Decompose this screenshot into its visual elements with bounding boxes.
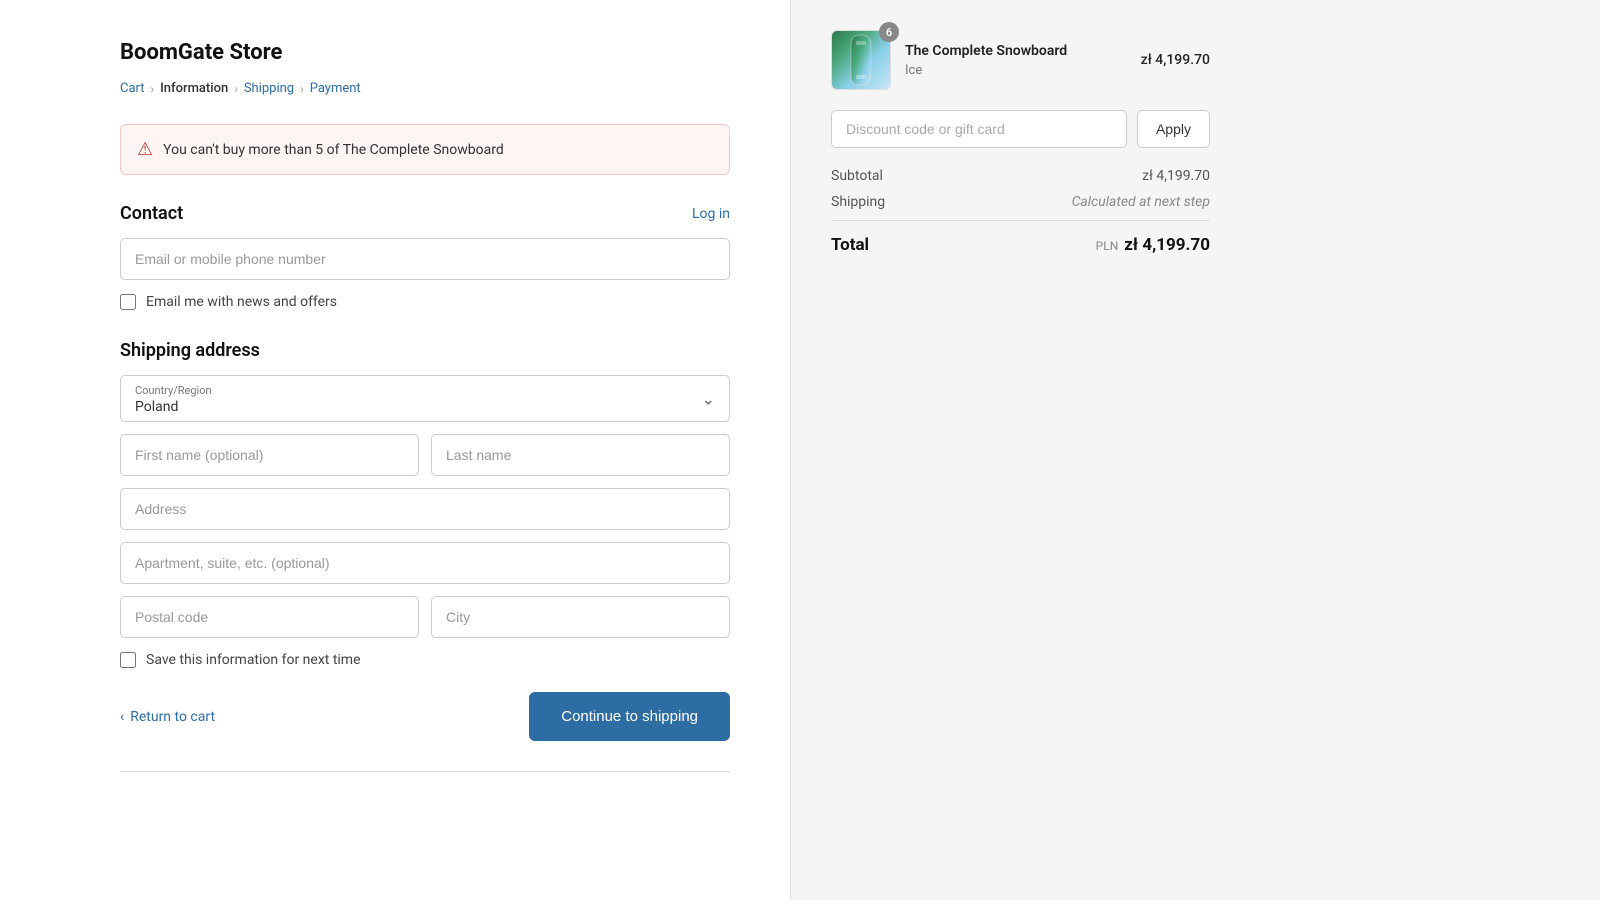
apartment-field[interactable] [120, 542, 730, 584]
postal-city-row [120, 596, 730, 638]
breadcrumb-payment[interactable]: Payment [310, 81, 361, 96]
subtotal-line: Subtotal zł 4,199.70 [831, 168, 1210, 184]
return-label: Return to cart [130, 709, 215, 725]
store-name: BoomGate Store [120, 40, 730, 65]
actions-row: ‹ Return to cart Continue to shipping [120, 692, 730, 741]
continue-to-shipping-button[interactable]: Continue to shipping [529, 692, 730, 741]
subtotal-label: Subtotal [831, 168, 883, 184]
shipping-value: Calculated at next step [1072, 194, 1210, 210]
address-group [120, 488, 730, 530]
shipping-line: Shipping Calculated at next step [831, 194, 1210, 210]
contact-header: Contact Log in [120, 203, 730, 224]
total-right: PLN zł 4,199.70 [1096, 235, 1210, 255]
alert-box: ⚠ You can't buy more than 5 of The Compl… [120, 124, 730, 175]
breadcrumb-cart[interactable]: Cart [120, 81, 145, 96]
name-row [120, 434, 730, 476]
shipping-title: Shipping address [120, 340, 260, 361]
country-region-group[interactable]: Country/Region Poland ⌄ [120, 375, 730, 422]
product-quantity-badge: 6 [879, 22, 899, 42]
return-to-cart-link[interactable]: ‹ Return to cart [120, 709, 215, 725]
breadcrumb-sep-1: › [151, 82, 155, 96]
save-info-label: Save this information for next time [146, 652, 361, 668]
total-currency: PLN [1096, 239, 1119, 253]
newsletter-row: Email me with news and offers [120, 294, 730, 310]
product-price: zł 4,199.70 [1141, 52, 1210, 68]
save-info-checkbox[interactable] [120, 652, 136, 668]
log-in-link[interactable]: Log in [692, 206, 730, 222]
postal-code-field[interactable] [120, 596, 419, 638]
discount-input[interactable] [831, 110, 1127, 148]
newsletter-checkbox[interactable] [120, 294, 136, 310]
city-field[interactable] [431, 596, 730, 638]
breadcrumb-sep-2: › [234, 82, 238, 96]
breadcrumb-information[interactable]: Information [160, 81, 228, 96]
product-info: The Complete Snowboard Ice [905, 42, 1127, 77]
shipping-label: Shipping [831, 194, 885, 210]
last-name-field[interactable] [431, 434, 730, 476]
product-variant: Ice [905, 63, 1127, 78]
newsletter-label: Email me with news and offers [146, 294, 337, 310]
total-value: zł 4,199.70 [1124, 235, 1210, 255]
snowboard-image-svg [846, 33, 876, 87]
apply-button[interactable]: Apply [1137, 110, 1210, 148]
first-name-field[interactable] [120, 434, 419, 476]
contact-title: Contact [120, 203, 183, 224]
save-info-row: Save this information for next time [120, 652, 730, 668]
total-label: Total [831, 235, 869, 255]
alert-icon: ⚠ [137, 139, 153, 160]
total-line: Total PLN zł 4,199.70 [831, 220, 1210, 255]
product-row: 6 The Complete Snowboard Ice zł 4,199.70 [831, 30, 1210, 90]
apartment-group [120, 542, 730, 584]
alert-message: You can't buy more than 5 of The Complet… [163, 142, 504, 158]
order-summary-panel: 6 The Complete Snowboard Ice zł 4,199.70… [790, 0, 1250, 900]
breadcrumb-shipping[interactable]: Shipping [244, 81, 294, 96]
breadcrumb: Cart › Information › Shipping › Payment [120, 81, 730, 96]
breadcrumb-sep-3: › [300, 82, 304, 96]
country-value: Poland [135, 399, 715, 415]
product-image-wrapper: 6 [831, 30, 891, 90]
chevron-left-icon: ‹ [120, 709, 124, 725]
discount-row: Apply [831, 110, 1210, 148]
product-name: The Complete Snowboard [905, 42, 1127, 60]
address-field[interactable] [120, 488, 730, 530]
subtotal-value: zł 4,199.70 [1142, 168, 1210, 184]
email-field[interactable] [120, 238, 730, 280]
country-label: Country/Region [135, 384, 715, 397]
shipping-section: Shipping address Country/Region Poland ⌄ [120, 340, 730, 668]
chevron-down-icon: ⌄ [702, 389, 715, 408]
bottom-divider [120, 771, 730, 772]
